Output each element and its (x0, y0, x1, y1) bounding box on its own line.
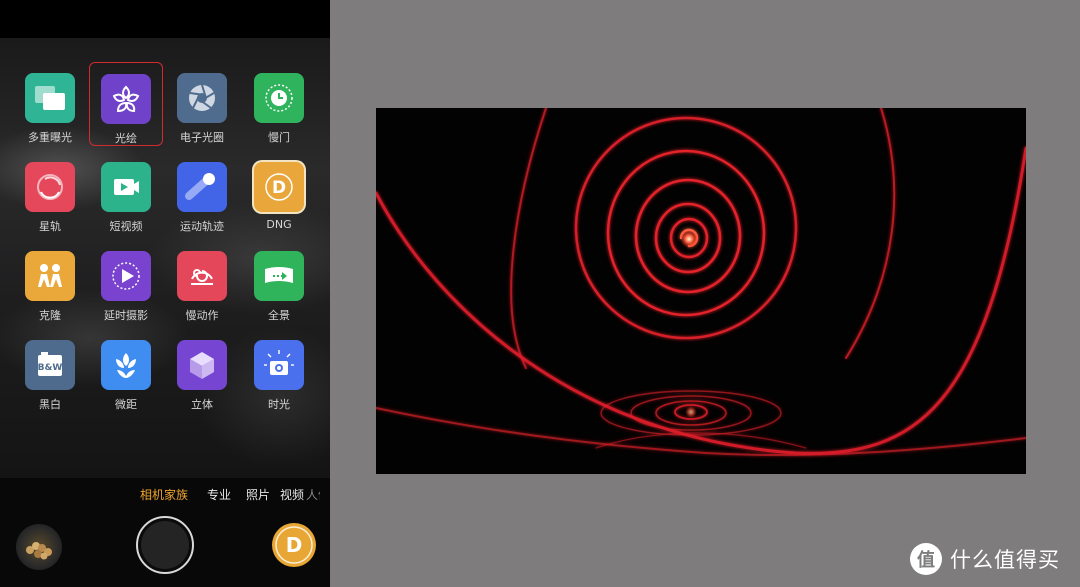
timelapse-play-icon (101, 251, 151, 301)
camera-app-panel: 多重曝光 光绘 电子光圈 慢门星轨 短视频 运动轨迹 D DNG 克隆 延时摄影 慢动作 全景 B&W 黑… (0, 0, 330, 587)
mode-label: DNG (266, 218, 292, 231)
tab-camera-family[interactable]: 相机家族 (140, 486, 188, 503)
mode-panorama[interactable]: 全景 (242, 240, 316, 324)
mode-black-white[interactable]: B&W 黑白 (13, 329, 87, 413)
mode-motion-trail[interactable]: 运动轨迹 (165, 151, 239, 235)
site-watermark: 值 什么值得买 (910, 542, 1060, 576)
mode-label: 慢门 (268, 131, 290, 144)
mode-label: 立体 (191, 398, 213, 411)
mode-label: 延时摄影 (104, 309, 148, 322)
svg-text:B&W: B&W (38, 363, 63, 373)
dng-icon: D (254, 162, 304, 212)
panorama-icon (254, 251, 304, 301)
mode-light-painting[interactable]: 光绘 (89, 62, 163, 146)
multi-exposure-icon (25, 73, 75, 123)
mode-label: 短视频 (109, 220, 143, 233)
mode-label: 光绘 (115, 132, 137, 145)
mode-label: 微距 (115, 398, 137, 411)
mode-label: 黑白 (39, 398, 61, 411)
tab-pro[interactable]: 专业 (207, 486, 231, 503)
clock-icon (254, 73, 304, 123)
tab-video[interactable]: 视频 (280, 486, 304, 503)
mode-macro[interactable]: 微距 (89, 329, 163, 413)
mode-label: 时光 (268, 398, 290, 411)
tab-portrait[interactable]: 人像 (306, 486, 320, 503)
mode-clone[interactable]: 克隆 (13, 240, 87, 324)
mode-short-video[interactable]: 短视频 (89, 151, 163, 235)
clone-people-icon (25, 251, 75, 301)
star-trail-icon (25, 162, 75, 212)
svg-text:D: D (272, 178, 286, 198)
mode-slow-motion[interactable]: 慢动作 (165, 240, 239, 324)
mode-multi-exposure[interactable]: 多重曝光 (13, 62, 87, 146)
status-bar-area (0, 0, 330, 38)
mode-label: 电子光圈 (180, 131, 224, 144)
camera-sparkle-icon (254, 340, 304, 390)
watermark-logo: 值 (910, 543, 942, 575)
dng-letter: D (286, 533, 303, 557)
mode-label: 多重曝光 (28, 131, 72, 144)
bottom-controls: 相机家族 专业 照片 视频 人像 D (0, 478, 330, 587)
video-camera-icon (101, 162, 151, 212)
mode-timelapse[interactable]: 延时摄影 (89, 240, 163, 324)
tulip-icon (101, 340, 151, 390)
motion-trail-icon (177, 162, 227, 212)
mode-dng[interactable]: D DNG (242, 151, 316, 235)
gallery-thumbnail[interactable] (16, 524, 62, 570)
mode-label: 星轨 (39, 220, 61, 233)
mode-time-light[interactable]: 时光 (242, 329, 316, 413)
mode-star-trail[interactable]: 星轨 (13, 151, 87, 235)
slow-motion-icon (177, 251, 227, 301)
light-painting-photo (376, 108, 1026, 474)
tab-photo[interactable]: 照片 (246, 486, 270, 503)
aperture-icon (177, 73, 227, 123)
cube-icon (177, 340, 227, 390)
shutter-button[interactable] (136, 516, 194, 574)
mode-slow-shutter[interactable]: 慢门 (242, 62, 316, 146)
mode-label: 克隆 (39, 309, 61, 322)
dng-mode-button[interactable]: D (272, 523, 316, 567)
mode-label: 运动轨迹 (180, 220, 224, 233)
mode-aperture[interactable]: 电子光圈 (165, 62, 239, 146)
flower-icon (101, 74, 151, 124)
dng-icon: D (275, 526, 313, 564)
red-spiral-light-trail-image (376, 108, 1026, 457)
mode-3d[interactable]: 立体 (165, 329, 239, 413)
mode-tabs: 相机家族 专业 照片 视频 人像 (0, 486, 330, 506)
mode-label: 全景 (268, 309, 290, 322)
bw-icon: B&W (25, 340, 75, 390)
watermark-text: 什么值得买 (950, 548, 1060, 572)
mode-label: 慢动作 (185, 309, 219, 322)
